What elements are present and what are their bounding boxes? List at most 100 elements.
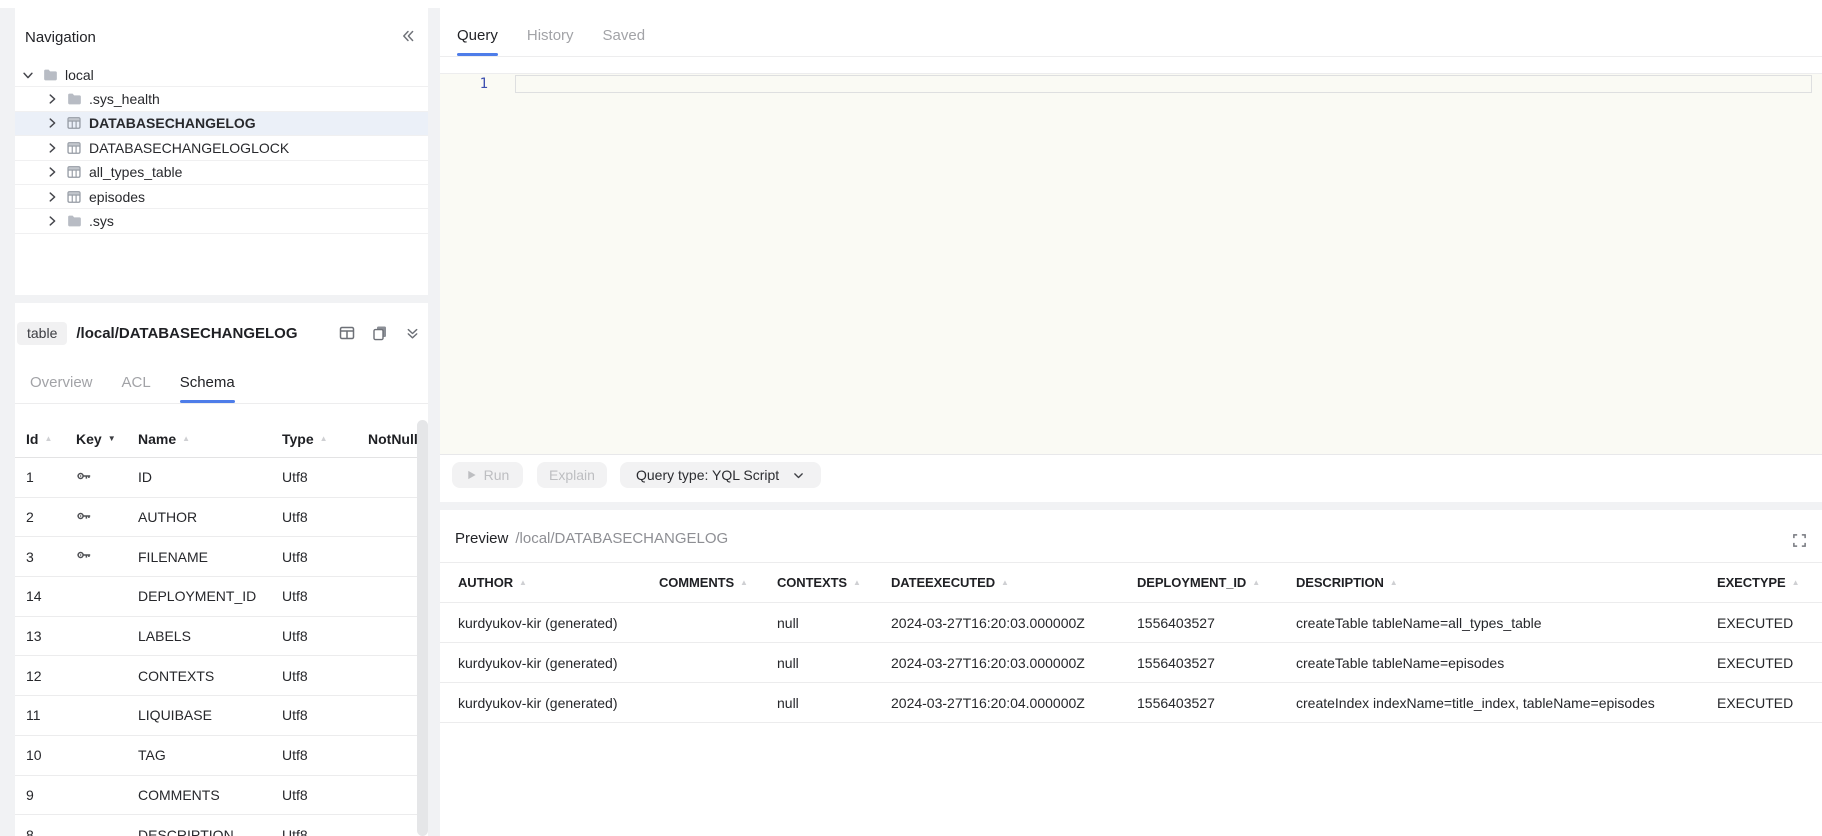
preview-column-header-deployment_id[interactable]: DEPLOYMENT_ID▲ <box>1137 575 1296 590</box>
schema-cell-type: Utf8 <box>282 549 368 565</box>
collapse-sidebar-button[interactable] <box>398 26 418 49</box>
preview-cell-deployment_id: 1556403527 <box>1137 615 1296 631</box>
tree-item-episodes[interactable]: episodes <box>15 185 428 209</box>
query-type-select[interactable]: Query type: YQL Script <box>620 462 821 488</box>
tree-item-label: all_types_table <box>89 164 182 180</box>
chevron-double-down-icon <box>405 326 420 341</box>
tree-item-.sys_health[interactable]: .sys_health <box>15 87 428 111</box>
chevron-right-icon[interactable] <box>45 116 59 130</box>
object-summary-tabs: Overview ACL Schema <box>30 374 235 403</box>
preview-column-label: DESCRIPTION <box>1296 575 1384 590</box>
preview-cell-deployment_id: 1556403527 <box>1137 655 1296 671</box>
chevron-down-icon[interactable] <box>21 68 35 82</box>
sort-asc-icon: ▲ <box>853 578 861 587</box>
schema-cell-key <box>76 508 138 527</box>
schema-column-header-key[interactable]: Key▼ <box>76 431 138 447</box>
table-icon <box>66 141 82 155</box>
schema-row-liquibase: 11LIQUIBASEUtf8 <box>15 696 417 736</box>
editor-line-number: 1 <box>440 76 488 93</box>
tab-schema[interactable]: Schema <box>180 374 235 403</box>
tab-saved[interactable]: Saved <box>603 27 646 56</box>
sort-asc-icon: ▲ <box>1390 578 1398 587</box>
schema-cell-name: ID <box>138 469 282 485</box>
chevron-right-icon[interactable] <box>45 165 59 179</box>
chevron-right-icon[interactable] <box>45 141 59 155</box>
sort-asc-icon: ▲ <box>1792 578 1800 587</box>
sort-asc-icon: ▲ <box>320 434 328 443</box>
schema-column-label: Type <box>282 431 314 447</box>
chevron-double-down-button[interactable] <box>403 324 422 343</box>
tree-item-DATABASECHANGELOG[interactable]: DATABASECHANGELOG <box>15 112 428 136</box>
preview-column-header-comments[interactable]: COMMENTS▲ <box>659 575 777 590</box>
explain-button-label: Explain <box>549 467 595 483</box>
schema-cell-name: CONTEXTS <box>138 668 282 684</box>
schema-cell-name: FILENAME <box>138 549 282 565</box>
preview-path: /local/DATABASECHANGELOG <box>515 530 728 547</box>
schema-cell-type: Utf8 <box>282 509 368 525</box>
run-button-label: Run <box>484 467 510 483</box>
chevron-right-icon[interactable] <box>45 214 59 228</box>
preview-column-header-contexts[interactable]: CONTEXTS▲ <box>777 575 891 590</box>
tabs-divider <box>15 403 428 404</box>
preview-title: Preview /local/DATABASECHANGELOG <box>455 530 728 547</box>
tab-overview[interactable]: Overview <box>30 374 93 403</box>
schema-cell-type: Utf8 <box>282 827 368 836</box>
preview-column-header-author[interactable]: AUTHOR▲ <box>458 575 659 590</box>
copy-icon <box>372 325 388 341</box>
sort-asc-icon: ▲ <box>519 578 527 587</box>
schema-table-header: Id▲Key▼Name▲Type▲NotNull▲ <box>15 420 417 458</box>
schema-column-header-name[interactable]: Name ▲ <box>138 431 282 447</box>
tabs-divider <box>440 56 1822 57</box>
schema-column-label: Name <box>138 431 176 447</box>
schema-cell-type: Utf8 <box>282 628 368 644</box>
schema-cell-type: Utf8 <box>282 588 368 604</box>
object-summary-panel: table /local/DATABASECHANGELOG OverviewA… <box>15 303 428 836</box>
preview-cell-contexts: null <box>777 655 891 671</box>
sort-asc-icon: ▲ <box>1252 578 1260 587</box>
schema-cell-type: Utf8 <box>282 707 368 723</box>
tree-item-DATABASECHANGELOGLOCK[interactable]: DATABASECHANGELOGLOCK <box>15 136 428 160</box>
sort-asc-icon: ▲ <box>182 434 190 443</box>
schema-row-author: 2AUTHORUtf8 <box>15 498 417 538</box>
schema-column-header-id[interactable]: Id ▲ <box>26 431 76 447</box>
chevron-right-icon[interactable] <box>45 190 59 204</box>
explain-button[interactable]: Explain <box>537 462 607 488</box>
fullscreen-button[interactable] <box>1790 531 1809 553</box>
folder-icon <box>42 68 58 82</box>
table-icon <box>66 165 82 179</box>
tab-history[interactable]: History <box>527 27 574 56</box>
schema-row-comments: 9COMMENTSUtf8 <box>15 776 417 816</box>
table-view-button[interactable] <box>337 323 357 343</box>
play-icon <box>466 469 477 481</box>
query-editor[interactable]: 1 <box>440 73 1822 455</box>
copy-button[interactable] <box>370 323 390 343</box>
schema-cell-id: 14 <box>26 588 76 604</box>
schema-column-label: Id <box>26 431 38 447</box>
navigation-tree: local.sys_healthDATABASECHANGELOGDATABAS… <box>15 63 428 234</box>
tab-acl[interactable]: ACL <box>122 374 151 403</box>
tree-item-local[interactable]: local <box>15 63 428 87</box>
object-path: /local/DATABASECHANGELOG <box>76 325 297 342</box>
schema-cell-name: COMMENTS <box>138 787 282 803</box>
chevron-right-icon[interactable] <box>45 92 59 106</box>
run-button[interactable]: Run <box>452 462 523 488</box>
preview-cell-contexts: null <box>777 615 891 631</box>
preview-column-header-dateexecuted[interactable]: DATEEXECUTED▲ <box>891 575 1137 590</box>
tree-item-all_types_table[interactable]: all_types_table <box>15 161 428 185</box>
schema-cell-id: 13 <box>26 628 76 644</box>
schema-column-header-type[interactable]: Type ▲ <box>282 431 368 447</box>
tab-query[interactable]: Query <box>457 27 498 56</box>
preview-cell-exectype: EXECUTED <box>1717 615 1822 631</box>
tree-item-.sys[interactable]: .sys <box>15 209 428 233</box>
schema-row-id: 1IDUtf8 <box>15 458 417 498</box>
preview-column-label: COMMENTS <box>659 575 734 590</box>
schema-scrollbar[interactable] <box>417 420 428 836</box>
preview-column-header-exectype[interactable]: EXECTYPE▲ <box>1717 575 1822 590</box>
key-icon <box>76 468 92 484</box>
schema-cell-name: AUTHOR <box>138 509 282 525</box>
tree-item-label: .sys <box>89 213 114 229</box>
sort-asc-icon: ▲ <box>44 434 52 443</box>
schema-cell-name: LIQUIBASE <box>138 707 282 723</box>
preview-cell-description: createTable tableName=episodes <box>1296 655 1717 671</box>
preview-column-header-description[interactable]: DESCRIPTION ▲ <box>1296 575 1717 590</box>
